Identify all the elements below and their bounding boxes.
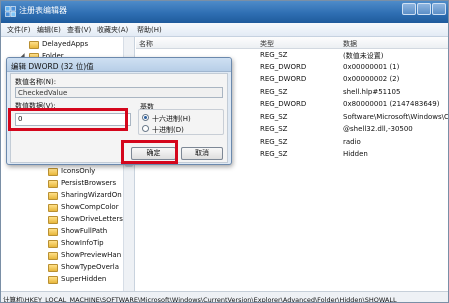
registry-path: 计算机\HKEY_LOCAL_MACHINE\SOFTWARE\Microsof… <box>3 296 397 303</box>
folder-icon <box>48 252 58 260</box>
folder-icon <box>48 240 58 248</box>
menu-favorites[interactable]: 收藏夹(A) <box>97 25 128 35</box>
tree-item[interactable]: ShowInfoTip <box>1 238 134 250</box>
status-bar: 计算机\HKEY_LOCAL_MACHINE\SOFTWARE\Microsof… <box>1 291 448 303</box>
folder-icon <box>48 276 58 284</box>
close-button[interactable] <box>432 3 446 15</box>
tree-item[interactable]: PersistBrowsers <box>1 178 134 190</box>
tree-item[interactable]: ShowCompColor <box>1 202 134 214</box>
tree-item[interactable]: SharingWizardOn <box>1 190 134 202</box>
folder-icon <box>48 204 58 212</box>
folder-icon <box>29 41 39 49</box>
value-name-label: 数值名称(N): <box>15 78 57 86</box>
folder-icon <box>48 228 58 236</box>
tree-item[interactable]: ShowTypeOverla <box>1 262 134 274</box>
column-type-header[interactable]: 类型 <box>260 39 274 49</box>
menu-bar: 文件(F) 编辑(E) 查看(V) 收藏夹(A) 帮助(H) <box>1 23 448 37</box>
menu-help[interactable]: 帮助(H) <box>137 25 162 35</box>
tree-item[interactable]: SuperHidden <box>1 274 134 286</box>
minimize-button[interactable] <box>402 3 416 15</box>
dialog-title: 编辑 DWORD (32 位)值 <box>11 62 94 71</box>
tree-item[interactable]: DelayedApps <box>1 39 134 51</box>
folder-icon <box>48 168 58 176</box>
dialog-title-bar[interactable]: 编辑 DWORD (32 位)值 <box>7 58 231 72</box>
window-title: 注册表编辑器 <box>19 6 67 15</box>
folder-icon <box>48 192 58 200</box>
tree-item[interactable]: ShowPreviewHan <box>1 250 134 262</box>
maximize-button[interactable] <box>417 3 431 15</box>
menu-edit[interactable]: 编辑(E) <box>37 25 61 35</box>
tree-item[interactable]: IconsOnly <box>1 166 134 178</box>
folder-icon <box>48 264 58 272</box>
decimal-radio[interactable] <box>142 125 149 132</box>
registry-editor-window: 注册表编辑器 文件(F) 编辑(E) 查看(V) 收藏夹(A) 帮助(H) De… <box>0 0 449 303</box>
title-bar: 注册表编辑器 <box>1 1 448 23</box>
column-data-header[interactable]: 数据 <box>343 39 357 49</box>
folder-icon <box>48 180 58 188</box>
hex-radio-label[interactable]: 十六进制(H) <box>152 114 191 124</box>
menu-file[interactable]: 文件(F) <box>7 25 31 35</box>
cancel-button[interactable]: 取消 <box>181 147 223 160</box>
highlight-box-value-data <box>8 108 128 131</box>
highlight-box-ok-button <box>121 140 178 164</box>
window-controls <box>402 3 446 15</box>
folder-icon <box>48 216 58 224</box>
menu-view[interactable]: 查看(V) <box>67 25 91 35</box>
column-name-header[interactable]: 名称 <box>139 39 153 49</box>
list-header: 名称 类型 数据 <box>136 37 448 49</box>
registry-app-icon <box>5 6 16 17</box>
tree-item[interactable]: ShowFullPath <box>1 226 134 238</box>
tree-item[interactable]: ShowDriveLetters <box>1 214 134 226</box>
hex-radio[interactable] <box>142 114 149 121</box>
decimal-radio-label[interactable]: 十进制(D) <box>152 125 184 135</box>
value-name-field: CheckedValue <box>15 87 223 98</box>
